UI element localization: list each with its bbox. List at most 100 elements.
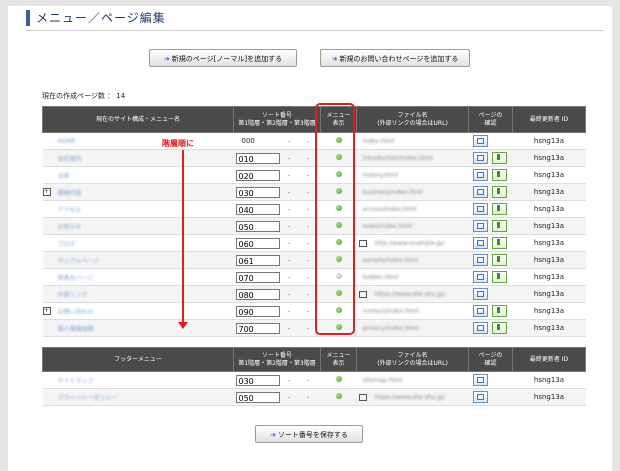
add-contact-button-label: 新規のお問い合わせページを追加する <box>339 55 459 63</box>
page-name-link[interactable]: サイトマップ <box>58 378 94 385</box>
edit-page-icon[interactable] <box>491 186 507 198</box>
page-name-link[interactable]: 会社案内 <box>58 156 82 163</box>
col-header-updater: 最終更新者 ID <box>512 106 586 133</box>
page-name-link[interactable]: 個人情報保護 <box>58 326 94 333</box>
sort-number-input[interactable]: 030 <box>235 374 280 386</box>
expand-plus-icon[interactable]: + <box>42 307 51 315</box>
arrow-right-icon: ➔ <box>163 55 170 63</box>
sort-number-input[interactable]: 040 <box>235 203 280 215</box>
preview-page-icon[interactable] <box>472 186 488 198</box>
preview-page-icon[interactable] <box>472 220 488 232</box>
preview-page-icon[interactable] <box>472 237 488 249</box>
table-row: + お問い合わせ 090- - contact/index.html hsng13a <box>42 302 586 320</box>
preview-page-icon[interactable] <box>472 152 488 164</box>
name-cell: アクセス <box>42 200 234 218</box>
sort-separator: - <box>287 205 291 213</box>
file-name: contact/index.html <box>362 307 419 315</box>
sort-number-input[interactable]: 700 <box>235 322 280 334</box>
edit-page-icon[interactable] <box>491 203 507 215</box>
preview-page-icon[interactable] <box>472 135 488 147</box>
page-name-link[interactable]: HOME <box>58 138 76 145</box>
preview-page-icon[interactable] <box>472 203 488 215</box>
sort-number-input[interactable]: 090 <box>235 305 280 317</box>
sort-cell: 700- - <box>233 319 321 337</box>
page-check-cell <box>468 285 513 303</box>
menu-status-dot-icon <box>335 393 342 399</box>
edit-page-icon[interactable] <box>491 237 507 249</box>
save-sort-button[interactable]: ➔ ソート番号を保存する <box>255 425 363 443</box>
footer-menu-table: フッターメニュー ソート番号 第1階層・第2階層・第3階層 メニュー 表示 ファイル… <box>42 347 586 406</box>
sort-separator: - <box>287 171 291 179</box>
preview-page-icon[interactable] <box>472 391 488 403</box>
menu-header-line1: メニュー <box>326 351 351 359</box>
updater-id: hsng13a <box>512 319 586 337</box>
footer-col-header-updater: 最終更新者 ID <box>512 347 586 372</box>
sort-number-input[interactable]: 080 <box>235 288 280 300</box>
menu-status-dot-icon <box>335 376 342 382</box>
file-header-line2: (外部リンクの場合はURL) <box>377 119 448 127</box>
page-name-link[interactable]: お知らせ <box>58 224 82 231</box>
preview-page-icon[interactable] <box>472 169 488 181</box>
page-name-link[interactable]: サンプルページ <box>58 258 100 265</box>
sort-number-input[interactable]: 010 <box>235 152 280 164</box>
sort-number-input[interactable]: 070 <box>235 271 280 283</box>
preview-page-icon[interactable] <box>472 271 488 283</box>
page-check-cell <box>468 388 513 406</box>
edit-page-icon[interactable] <box>491 271 507 283</box>
page-name-link[interactable]: プライバシーポリシー <box>58 395 118 402</box>
save-sort-button-label: ソート番号を保存する <box>277 431 348 439</box>
file-header-line1: ファイル名 <box>397 111 428 119</box>
page-name-link[interactable]: お問い合わせ <box>58 309 94 316</box>
page-header-line2: 確認 <box>484 359 497 367</box>
add-page-button[interactable]: ➔ 新規のページ[ノーマル]を追加する <box>149 49 297 67</box>
page-name-link[interactable]: 外部リンク <box>58 292 88 299</box>
page-name-link[interactable]: ブログ <box>58 241 76 248</box>
sort-number-input[interactable]: 050 <box>235 391 280 403</box>
file-name: sitemap.html <box>362 376 403 384</box>
preview-page-icon[interactable] <box>472 305 488 317</box>
updater-id: hsng13a <box>512 371 586 389</box>
sort-cell: 060- - <box>233 234 321 252</box>
sort-cell: 090- - <box>233 302 321 320</box>
sort-separator: - <box>287 239 291 247</box>
sort-number-input[interactable]: 060 <box>235 237 280 249</box>
page-name-link[interactable]: 沿革 <box>58 173 70 180</box>
sort-separator: - <box>287 256 291 264</box>
page-check-cell <box>468 200 513 218</box>
name-cell: + 業務内容 <box>42 183 234 201</box>
edit-page-icon[interactable] <box>491 169 507 181</box>
page-name-link[interactable]: 非表示ページ <box>58 275 94 282</box>
sort-header-line1: ソート番号 <box>261 351 292 359</box>
page-name-link[interactable]: アクセス <box>58 207 82 214</box>
sort-number-input[interactable]: 061 <box>235 254 280 266</box>
preview-page-icon[interactable] <box>472 322 488 334</box>
edit-page-icon[interactable] <box>491 254 507 266</box>
edit-page-icon[interactable] <box>491 305 507 317</box>
menu-display-cell <box>320 388 357 406</box>
preview-page-icon[interactable] <box>472 374 488 386</box>
expand-plus-icon[interactable]: + <box>42 188 51 196</box>
page-check-cell <box>468 149 513 167</box>
file-name: http://www.example.jp/ <box>374 239 445 247</box>
footer-col-header-name: フッターメニュー <box>42 347 234 372</box>
footer-col-header-sort: ソート番号 第1階層・第2階層・第3階層 <box>233 347 321 372</box>
updater-id: hsng13a <box>512 388 586 406</box>
file-name: privacy/index.html <box>362 324 419 332</box>
preview-page-icon[interactable] <box>472 254 488 266</box>
title-divider <box>26 30 604 31</box>
add-contact-page-button[interactable]: ➔ 新規のお問い合わせページを追加する <box>320 49 470 67</box>
file-name: introduction/index.html <box>362 154 433 162</box>
name-cell: 沿革 <box>42 166 234 184</box>
edit-page-icon[interactable] <box>491 322 507 334</box>
page-name-link[interactable]: 業務内容 <box>58 190 82 197</box>
sort-number-input[interactable]: 030 <box>235 186 280 198</box>
sort-separator: - <box>287 154 291 162</box>
external-link-icon <box>358 239 367 247</box>
preview-page-icon[interactable] <box>472 288 488 300</box>
sort-number-input[interactable]: 020 <box>235 169 280 181</box>
edit-page-icon[interactable] <box>491 220 507 232</box>
sort-number-input[interactable]: 050 <box>235 220 280 232</box>
edit-page-icon[interactable] <box>491 152 507 164</box>
sort-separator: - <box>306 376 310 384</box>
page-check-cell <box>468 251 513 269</box>
